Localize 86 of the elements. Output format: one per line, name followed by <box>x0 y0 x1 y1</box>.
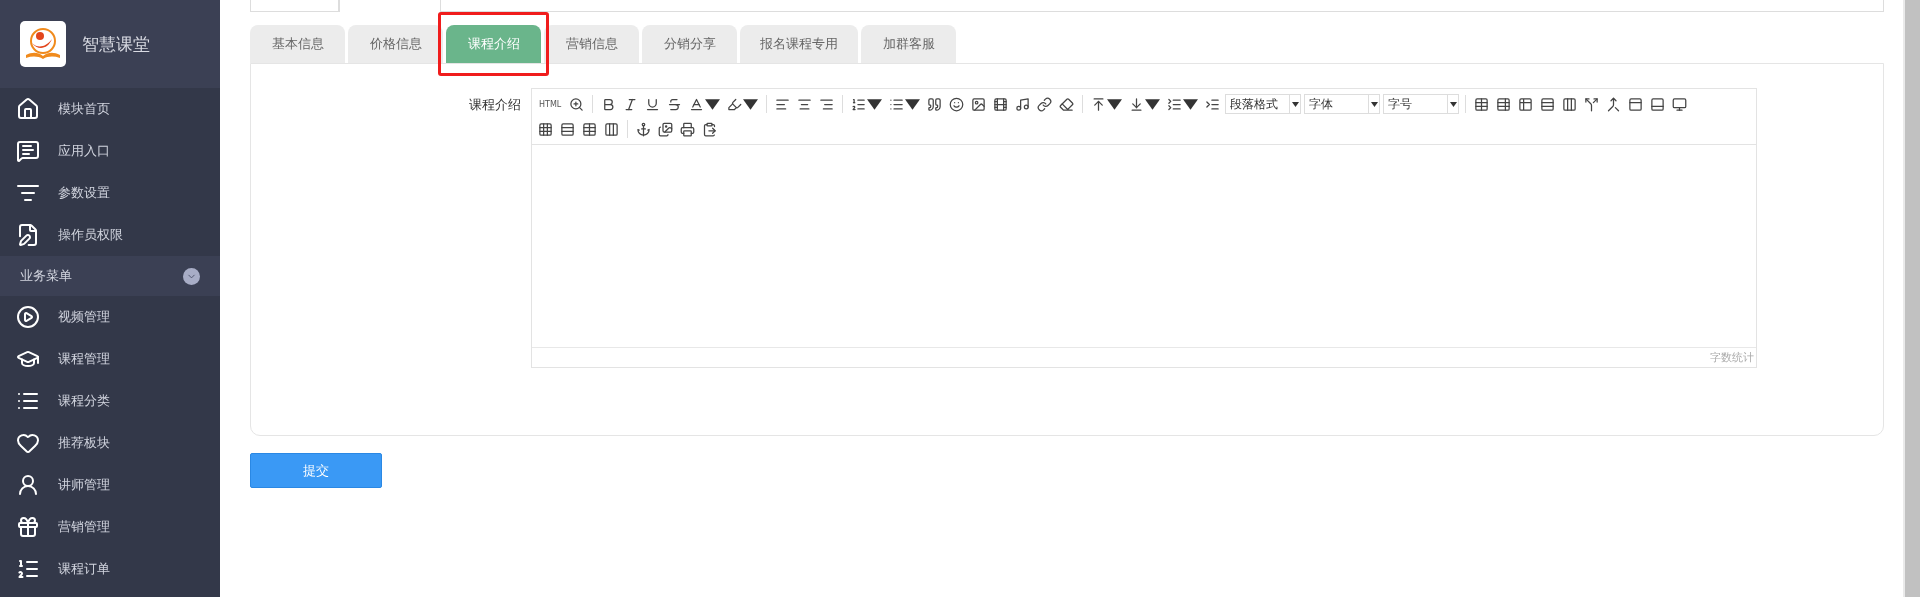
caret-icon <box>905 96 921 112</box>
merge-cells-icon <box>538 121 553 137</box>
bullet-list-icon <box>889 96 905 112</box>
caret-icon <box>1370 101 1378 107</box>
align-right-icon <box>819 96 835 112</box>
line-height-icon <box>1167 96 1183 112</box>
paste-icon <box>702 121 717 137</box>
tab[interactable]: 营销信息 <box>544 25 639 63</box>
menu-item[interactable]: 课程分类 <box>0 380 220 422</box>
quote-icon <box>927 96 943 112</box>
menu-item[interactable]: 模块首页 <box>0 88 220 130</box>
caret-icon <box>1449 101 1457 107</box>
tab[interactable]: 加群客服 <box>861 25 956 63</box>
scrollbar[interactable] <box>1903 0 1920 597</box>
size-select[interactable]: 字号 <box>1383 94 1460 114</box>
eraser-icon <box>1059 96 1075 112</box>
caret-icon <box>1183 96 1199 112</box>
tab[interactable]: 报名课程专用 <box>740 25 858 63</box>
indent-icon <box>1205 96 1221 112</box>
caret-icon <box>1145 96 1161 112</box>
html-button[interactable]: HTML <box>536 93 565 115</box>
print-icon <box>680 121 695 137</box>
panel-top-icon <box>1628 96 1644 112</box>
music-icon <box>1015 96 1031 112</box>
insert-column-icon <box>1562 96 1578 112</box>
caret-icon <box>705 96 721 112</box>
split-icon <box>1584 96 1600 112</box>
font-color-icon <box>689 96 705 112</box>
link-icon <box>1037 96 1053 112</box>
underline-icon <box>645 96 661 112</box>
menu-icon <box>16 223 40 247</box>
anchor-icon <box>636 121 651 137</box>
panel-bottom-icon <box>1650 96 1666 112</box>
menu-icon <box>16 473 40 497</box>
font-select[interactable]: 字体 <box>1304 94 1381 114</box>
tab[interactable]: 分销分享 <box>642 25 737 63</box>
section-title: 业务菜单 <box>20 267 72 285</box>
highlight-icon <box>727 96 743 112</box>
menu-item[interactable]: 参数设置 <box>0 172 220 214</box>
chevron-icon <box>183 267 200 285</box>
brand-title: 智慧课堂 <box>82 32 150 56</box>
table-icon <box>1474 96 1490 112</box>
menu-item[interactable]: 操作员权限 <box>0 214 220 256</box>
merge-icon <box>1606 96 1622 112</box>
preview-icon <box>569 96 585 112</box>
italic-icon <box>623 96 639 112</box>
menu-item[interactable]: 课程订单 <box>0 548 220 590</box>
menu-icon <box>16 515 40 539</box>
gallery-icon <box>658 121 673 137</box>
word-count: 字数统计 <box>1710 350 1754 365</box>
menu-item[interactable]: 课程管理 <box>0 338 220 380</box>
delete-column-icon <box>582 121 597 137</box>
rich-text-editor[interactable]: HTML 段落格式 字体 字号 字数统计 <box>531 88 1757 368</box>
table-delete-icon <box>1496 96 1512 112</box>
menu-item[interactable]: 视频管理 <box>0 296 220 338</box>
tab[interactable]: 基本信息 <box>250 25 345 63</box>
caret-icon <box>867 96 883 112</box>
menu-section-header[interactable]: 业务菜单 <box>0 256 220 296</box>
emoji-icon <box>949 96 965 112</box>
table-title-icon <box>1518 96 1534 112</box>
menu-icon <box>16 431 40 455</box>
ordered-list-icon <box>851 96 867 112</box>
menu-item[interactable]: 营销管理 <box>0 506 220 548</box>
menu-icon <box>16 305 40 329</box>
caret-icon <box>1107 96 1123 112</box>
menu-item[interactable]: 推荐板块 <box>0 422 220 464</box>
image-icon <box>971 96 987 112</box>
insert-row-icon <box>1540 96 1556 112</box>
align-left-icon <box>775 96 791 112</box>
tab[interactable]: 价格信息 <box>348 25 443 63</box>
menu-item[interactable]: 讲师管理 <box>0 464 220 506</box>
menu-item[interactable]: 应用入口 <box>0 130 220 172</box>
align-center-icon <box>797 96 813 112</box>
monitor-icon <box>1672 96 1688 112</box>
field-label: 课程介绍 <box>468 96 522 114</box>
caret-icon <box>743 96 759 112</box>
menu-icon <box>16 139 40 163</box>
paragraph-select[interactable]: 段落格式 <box>1225 94 1302 114</box>
menu-icon <box>16 97 40 121</box>
menu-icon <box>16 557 40 581</box>
logo-icon <box>20 21 66 67</box>
delete-row-icon <box>560 121 575 137</box>
video-icon <box>993 96 1009 112</box>
strikethrough-icon <box>667 96 683 112</box>
split-cells-icon <box>604 121 619 137</box>
caret-icon <box>1291 101 1299 107</box>
